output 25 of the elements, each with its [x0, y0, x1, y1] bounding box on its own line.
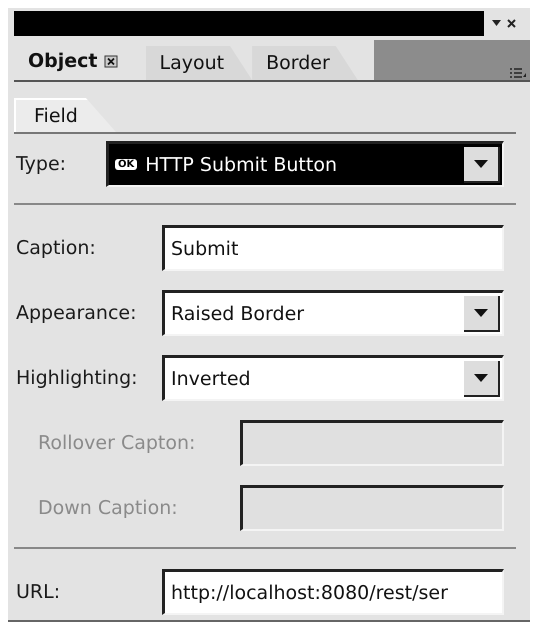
dropdown[interactable]: Raised Border	[162, 290, 504, 336]
dropdown[interactable]: Inverted	[162, 355, 504, 401]
dropdown-button[interactable]	[464, 360, 500, 396]
close-icon[interactable]	[104, 54, 118, 68]
field-label: Appearance:	[16, 302, 138, 324]
dropdown-button[interactable]	[464, 146, 500, 182]
field-label: Type:	[16, 153, 68, 175]
dropdown[interactable]: OK HTTP Submit Button	[106, 141, 504, 187]
tab[interactable]: Layout	[146, 46, 252, 80]
menu-icon[interactable]	[510, 68, 526, 78]
dropdown-arrow-icon	[474, 160, 488, 168]
field-label: Highlighting:	[16, 367, 139, 389]
dropdown-arrow-icon	[474, 308, 488, 316]
dropdown-arrow-icon[interactable]	[492, 20, 501, 26]
close-icon[interactable]	[507, 18, 516, 28]
field-label: Down Caption:	[37, 497, 179, 519]
input-field[interactable]: Submit	[162, 225, 504, 271]
dropdown-button[interactable]	[464, 296, 500, 332]
tab[interactable]: Field	[14, 98, 116, 132]
field-label: URL:	[16, 581, 62, 603]
field-label: Caption:	[16, 237, 97, 259]
button-badge: OK	[115, 159, 138, 170]
field-label: Rollover Capton:	[37, 432, 196, 454]
tab[interactable]: Border	[252, 46, 358, 80]
dropdown-arrow-icon	[474, 374, 488, 382]
